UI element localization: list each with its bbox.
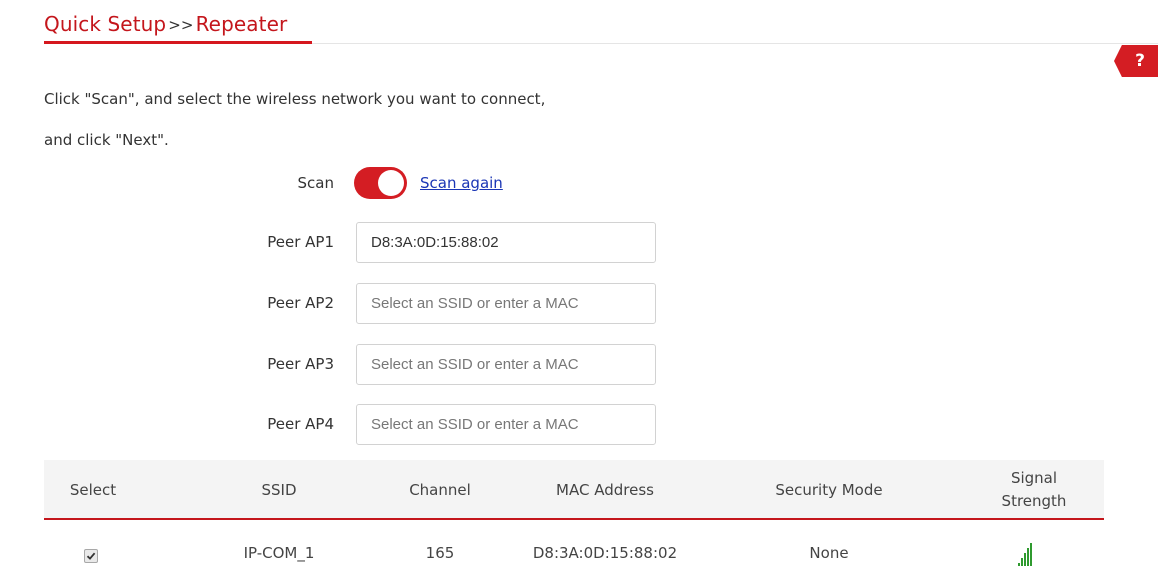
- column-header-mac-address: MAC Address: [556, 481, 654, 499]
- peer-ap3-input[interactable]: [356, 344, 656, 385]
- row-mac-address: D8:3A:0D:15:88:02: [532, 544, 678, 562]
- row-channel: 165: [425, 544, 455, 562]
- signal-strength-icon: [1018, 543, 1032, 566]
- row-select-checkbox[interactable]: [84, 549, 98, 563]
- peer-ap4-input[interactable]: [356, 404, 656, 445]
- row-security-mode: None: [809, 544, 849, 562]
- column-header-ssid: SSID: [261, 481, 297, 499]
- network-table-header: Select SSID Channel MAC Address Security…: [44, 460, 1104, 520]
- breadcrumb-quick-setup[interactable]: Quick Setup: [44, 12, 166, 36]
- question-mark-icon: ?: [1135, 51, 1145, 71]
- instruction-line-1: Click "Scan", and select the wireless ne…: [44, 90, 546, 108]
- peer-ap3-label: Peer AP3: [267, 355, 334, 373]
- peer-ap2-label: Peer AP2: [267, 294, 334, 312]
- breadcrumb-separator: >>: [168, 16, 194, 34]
- checkmark-icon: [86, 552, 96, 560]
- peer-ap1-input[interactable]: [356, 222, 656, 263]
- column-header-signal-strength: Signal Strength: [974, 467, 1094, 513]
- row-ssid: IP-COM_1: [243, 544, 315, 562]
- peer-ap1-label: Peer AP1: [267, 233, 334, 251]
- column-header-select: Select: [69, 481, 117, 499]
- title-underline: [44, 41, 312, 44]
- column-header-strength: Strength: [1001, 492, 1067, 510]
- instruction-line-2: and click "Next".: [44, 131, 169, 149]
- breadcrumb: Quick Setup >> Repeater: [44, 12, 287, 36]
- toggle-knob: [378, 170, 404, 196]
- scan-label: Scan: [297, 174, 334, 192]
- scan-toggle[interactable]: [354, 167, 407, 199]
- column-header-channel: Channel: [409, 481, 471, 499]
- column-header-signal: Signal: [1010, 469, 1058, 487]
- header-divider: [312, 43, 1158, 44]
- peer-ap4-label: Peer AP4: [267, 415, 334, 433]
- scan-again-link[interactable]: Scan again: [420, 174, 503, 192]
- breadcrumb-repeater: Repeater: [195, 12, 288, 36]
- help-button[interactable]: ?: [1114, 45, 1158, 77]
- repeater-setup-page: Quick Setup >> Repeater ? Click "Scan", an…: [0, 0, 1158, 581]
- peer-ap2-input[interactable]: [356, 283, 656, 324]
- column-header-security-mode: Security Mode: [775, 481, 883, 499]
